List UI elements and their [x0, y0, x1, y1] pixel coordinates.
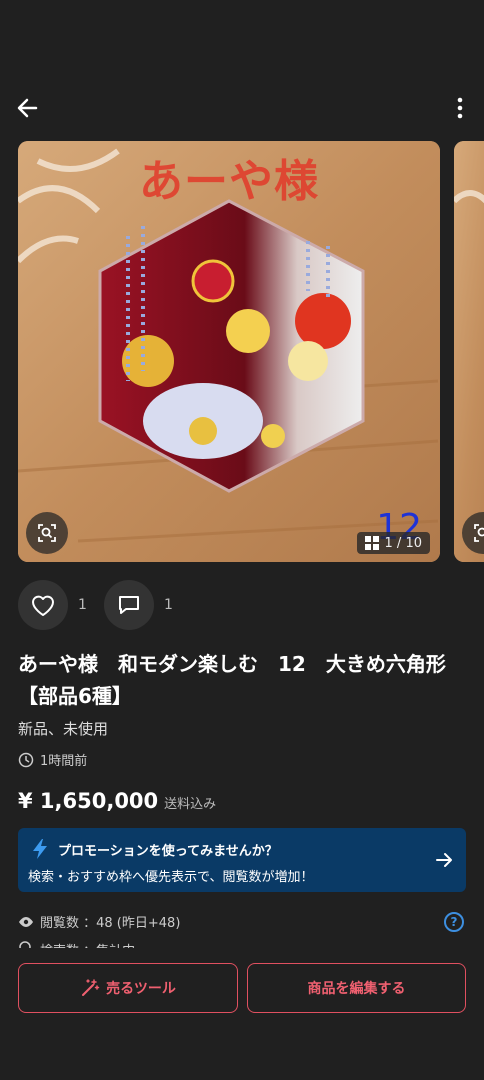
comment-icon — [119, 596, 139, 614]
edit-item-button[interactable]: 商品を編集する — [247, 963, 466, 1013]
help-icon[interactable]: ? — [444, 912, 464, 932]
price: ¥ 1,650,000 — [18, 789, 159, 813]
next-photo-image — [454, 141, 484, 562]
photo-gallery[interactable]: あーや様 12 1 / 10 — [18, 141, 484, 562]
next-product-photo[interactable] — [454, 141, 484, 562]
lightning-icon — [33, 839, 47, 859]
sell-tools-button[interactable]: 売るツール — [18, 963, 238, 1013]
promotion-banner[interactable]: プロモーションを使ってみませんか？ 検索・おすすめ枠へ優先表示で、閲覧数が増加！ — [18, 828, 466, 892]
promotion-description: 検索・おすすめ枠へ優先表示で、閲覧数が増加！ — [28, 870, 314, 885]
clock-icon — [18, 752, 34, 767]
arrow-right-icon — [436, 853, 452, 867]
price-row: ¥ 1,650,000 送料込み — [18, 789, 216, 813]
posted-time-text: 1時間前 — [40, 754, 88, 769]
arrow-left-icon — [17, 98, 38, 118]
search-text: 検索数 ：集計中 — [40, 940, 135, 948]
photo-caption: あーや様 — [139, 156, 319, 207]
shipping-label: 送料込み — [164, 797, 217, 812]
lens-search-icon — [38, 524, 56, 542]
search-stat: 検索数 ：集計中 — [18, 940, 135, 948]
edit-item-label: 商品を編集する — [307, 981, 406, 997]
product-condition: 新品、未使用 — [18, 720, 109, 738]
more-options-button[interactable] — [454, 94, 466, 122]
like-button[interactable] — [18, 580, 68, 630]
photo-counter[interactable]: 1 / 10 — [356, 532, 430, 554]
eye-icon — [19, 916, 33, 927]
product-title: あーや様 和モダン楽しむ 12 大きめ六角形【部品6種】 — [18, 652, 446, 708]
heart-icon — [32, 595, 54, 616]
posted-time: 1時間前 — [18, 750, 87, 769]
more-vertical-icon — [457, 97, 463, 119]
image-search-button[interactable] — [26, 512, 68, 554]
views-stat: 閲覧数 ：48 (昨日+48) — [18, 912, 180, 931]
grid-icon — [364, 536, 379, 550]
search-icon — [19, 941, 31, 948]
back-button[interactable] — [14, 94, 42, 122]
comment-button[interactable] — [104, 580, 154, 630]
views-text: 閲覧数 ：48 (昨日+48) — [40, 916, 181, 931]
photo-counter-text: 1 / 10 — [384, 535, 422, 551]
action-row: 1 1 — [18, 580, 190, 630]
product-photo[interactable]: あーや様 12 1 / 10 — [18, 141, 440, 562]
magic-wand-icon — [82, 979, 100, 996]
sell-tools-label: 売るツール — [106, 981, 176, 997]
comment-count: 1 — [164, 597, 173, 613]
lens-search-icon — [474, 524, 484, 542]
top-bar — [0, 88, 484, 128]
promotion-title: プロモーションを使ってみませんか？ — [58, 844, 278, 859]
like-count: 1 — [78, 597, 87, 613]
